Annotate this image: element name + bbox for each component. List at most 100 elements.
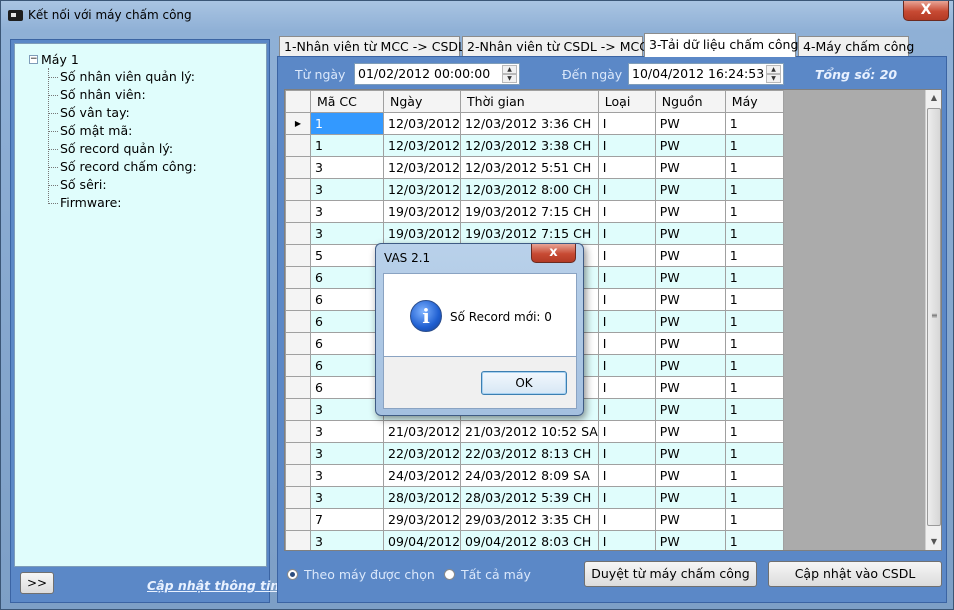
table-cell[interactable]: 3 bbox=[310, 464, 384, 487]
table-cell[interactable]: 22/03/2012 8:13 CH bbox=[460, 442, 599, 465]
table-row[interactable]: 3 21/03/2012 21/03/2012 10:52 SA I PW 1 bbox=[285, 420, 784, 443]
table-cell[interactable]: 6 bbox=[310, 354, 384, 377]
spin-down-icon[interactable]: ▼ bbox=[502, 74, 517, 83]
table-cell[interactable]: 12/03/2012 bbox=[382, 156, 462, 179]
table-cell[interactable]: I bbox=[597, 200, 656, 223]
table-cell[interactable]: I bbox=[597, 376, 656, 399]
table-cell[interactable]: PW bbox=[654, 310, 726, 333]
table-cell[interactable]: PW bbox=[654, 244, 726, 267]
table-cell[interactable]: I bbox=[597, 112, 656, 135]
table-cell[interactable]: PW bbox=[654, 200, 726, 223]
table-cell[interactable]: 3 bbox=[310, 222, 384, 245]
table-cell[interactable]: 6 bbox=[310, 310, 384, 333]
table-row[interactable]: 1 12/03/2012 12/03/2012 3:38 CH I PW 1 bbox=[285, 134, 784, 157]
ok-button[interactable]: OK bbox=[481, 371, 567, 395]
from-date-picker[interactable]: 01/02/2012 00:00:00 ▲ ▼ bbox=[354, 63, 520, 85]
row-header[interactable] bbox=[285, 244, 311, 267]
column-header[interactable]: Nguồn bbox=[654, 90, 726, 113]
tab-employees-db-to-mcc[interactable]: 2-Nhân viên từ CSDL -> MCC bbox=[462, 36, 648, 57]
table-cell[interactable]: 12/03/2012 bbox=[382, 112, 462, 135]
table-cell[interactable]: 24/03/2012 8:09 SA bbox=[460, 464, 599, 487]
table-cell[interactable]: 1 bbox=[310, 134, 384, 157]
table-cell[interactable]: I bbox=[597, 530, 656, 550]
table-cell[interactable]: 28/03/2012 bbox=[382, 486, 462, 509]
table-cell[interactable]: 1 bbox=[310, 112, 384, 135]
table-row[interactable]: 7 29/03/2012 29/03/2012 3:35 CH I PW 1 bbox=[285, 508, 784, 531]
table-cell[interactable]: I bbox=[597, 244, 656, 267]
table-cell[interactable]: 1 bbox=[724, 266, 784, 289]
table-cell[interactable]: PW bbox=[654, 266, 726, 289]
table-row[interactable]: 3 19/03/2012 19/03/2012 7:15 CH I PW 1 bbox=[285, 222, 784, 245]
table-cell[interactable]: 1 bbox=[724, 376, 784, 399]
column-header[interactable]: Mã CC bbox=[310, 90, 384, 113]
grid-vertical-scrollbar[interactable]: ▲ ≡ ▼ bbox=[925, 90, 941, 550]
row-header[interactable] bbox=[285, 486, 311, 509]
table-cell[interactable]: PW bbox=[654, 178, 726, 201]
table-cell[interactable]: PW bbox=[654, 288, 726, 311]
scroll-thumb[interactable]: ≡ bbox=[927, 108, 941, 526]
row-header[interactable] bbox=[285, 354, 311, 377]
table-cell[interactable]: 29/03/2012 bbox=[382, 508, 462, 531]
table-row[interactable]: 3 24/03/2012 24/03/2012 8:09 SA I PW 1 bbox=[285, 464, 784, 487]
dialog-close-button[interactable]: x bbox=[531, 244, 576, 263]
table-cell[interactable]: 1 bbox=[724, 200, 784, 223]
table-cell[interactable]: I bbox=[597, 266, 656, 289]
update-db-button[interactable]: Cập nhật vào CSDL bbox=[768, 561, 942, 587]
tree-collapse-icon[interactable]: − bbox=[29, 55, 38, 64]
column-header[interactable]: Máy bbox=[724, 90, 784, 113]
table-cell[interactable]: 12/03/2012 bbox=[382, 178, 462, 201]
table-cell[interactable]: PW bbox=[654, 530, 726, 550]
table-cell[interactable]: 1 bbox=[724, 530, 784, 550]
table-cell[interactable]: 3 bbox=[310, 442, 384, 465]
tab-attendance-machine[interactable]: 4-Máy chấm công bbox=[798, 36, 914, 57]
table-cell[interactable]: I bbox=[597, 508, 656, 531]
table-cell[interactable]: PW bbox=[654, 420, 726, 443]
table-cell[interactable]: 12/03/2012 3:36 CH bbox=[460, 112, 599, 135]
table-row[interactable]: 3 12/03/2012 12/03/2012 5:51 CH I PW 1 bbox=[285, 156, 784, 179]
spin-up-icon[interactable]: ▲ bbox=[502, 65, 517, 74]
table-cell[interactable]: 19/03/2012 bbox=[382, 222, 462, 245]
table-row[interactable]: 3 19/03/2012 19/03/2012 7:15 CH I PW 1 bbox=[285, 200, 784, 223]
table-cell[interactable]: 09/04/2012 8:03 CH bbox=[460, 530, 599, 550]
row-header[interactable] bbox=[285, 288, 311, 311]
table-cell[interactable]: PW bbox=[654, 332, 726, 355]
table-cell[interactable]: 19/03/2012 bbox=[382, 200, 462, 223]
table-cell[interactable]: 1 bbox=[724, 398, 784, 421]
table-cell[interactable]: I bbox=[597, 156, 656, 179]
table-cell[interactable]: PW bbox=[654, 486, 726, 509]
table-cell[interactable]: I bbox=[597, 134, 656, 157]
table-cell[interactable]: PW bbox=[654, 508, 726, 531]
table-cell[interactable]: I bbox=[597, 178, 656, 201]
table-cell[interactable]: I bbox=[597, 420, 656, 443]
table-cell[interactable]: PW bbox=[654, 376, 726, 399]
table-cell[interactable]: 1 bbox=[724, 354, 784, 377]
row-header[interactable] bbox=[285, 178, 311, 201]
scroll-up-icon[interactable]: ▲ bbox=[926, 90, 941, 106]
tab-employees-mcc-to-db[interactable]: 1-Nhân viên từ MCC -> CSDL bbox=[279, 36, 465, 57]
tab-download-attendance[interactable]: 3-Tải dữ liệu chấm công bbox=[644, 33, 798, 57]
table-row[interactable]: 3 09/04/2012 09/04/2012 8:03 CH I PW 1 bbox=[285, 530, 784, 550]
table-row[interactable]: 3 28/03/2012 28/03/2012 5:39 CH I PW 1 bbox=[285, 486, 784, 509]
table-cell[interactable]: PW bbox=[654, 442, 726, 465]
to-date-spinner[interactable]: ▲ ▼ bbox=[766, 65, 781, 83]
table-cell[interactable]: 3 bbox=[310, 156, 384, 179]
table-cell[interactable]: PW bbox=[654, 354, 726, 377]
table-cell[interactable]: 1 bbox=[724, 508, 784, 531]
column-header[interactable]: Loại bbox=[597, 90, 656, 113]
window-close-button[interactable]: X bbox=[903, 1, 949, 21]
table-cell[interactable]: I bbox=[597, 310, 656, 333]
row-header[interactable] bbox=[285, 332, 311, 355]
table-cell[interactable]: 6 bbox=[310, 376, 384, 399]
table-cell[interactable]: I bbox=[597, 442, 656, 465]
table-cell[interactable]: 1 bbox=[724, 222, 784, 245]
table-cell[interactable]: 12/03/2012 3:38 CH bbox=[460, 134, 599, 157]
table-cell[interactable]: 3 bbox=[310, 530, 384, 550]
table-cell[interactable]: 1 bbox=[724, 112, 784, 135]
table-cell[interactable]: 1 bbox=[724, 134, 784, 157]
table-cell[interactable]: 19/03/2012 7:15 CH bbox=[460, 222, 599, 245]
table-cell[interactable]: 3 bbox=[310, 178, 384, 201]
table-row[interactable]: ▶ 1 12/03/2012 12/03/2012 3:36 CH I PW 1 bbox=[285, 112, 784, 135]
table-cell[interactable]: 6 bbox=[310, 266, 384, 289]
table-cell[interactable]: 1 bbox=[724, 156, 784, 179]
table-cell[interactable]: 1 bbox=[724, 486, 784, 509]
